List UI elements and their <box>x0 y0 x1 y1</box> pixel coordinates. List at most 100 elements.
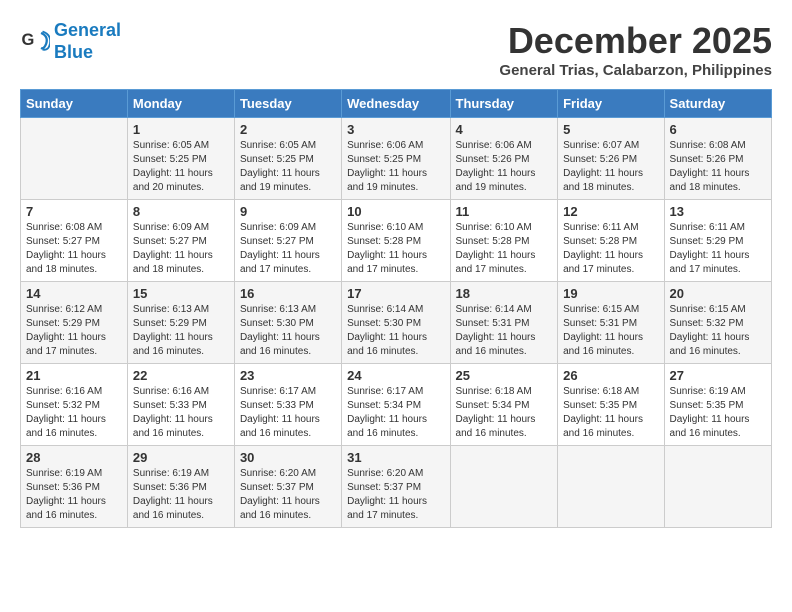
column-header-friday: Friday <box>558 90 664 118</box>
svg-text:G: G <box>22 31 35 49</box>
calendar-cell <box>450 446 558 528</box>
day-info: Sunrise: 6:09 AMSunset: 5:27 PMDaylight:… <box>133 221 229 277</box>
calendar-cell: 11 Sunrise: 6:10 AMSunset: 5:28 PMDayligh… <box>450 200 558 282</box>
calendar-cell: 18 Sunrise: 6:14 AMSunset: 5:31 PMDayligh… <box>450 282 558 364</box>
day-number: 6 <box>670 122 766 137</box>
day-number: 14 <box>26 286 122 301</box>
day-info: Sunrise: 6:15 AMSunset: 5:31 PMDaylight:… <box>563 303 658 359</box>
calendar-cell: 27 Sunrise: 6:19 AMSunset: 5:35 PMDayligh… <box>664 364 771 446</box>
day-info: Sunrise: 6:20 AMSunset: 5:37 PMDaylight:… <box>240 467 336 523</box>
calendar-cell: 4 Sunrise: 6:06 AMSunset: 5:26 PMDaylight… <box>450 118 558 200</box>
day-info: Sunrise: 6:07 AMSunset: 5:26 PMDaylight:… <box>563 139 658 195</box>
day-number: 23 <box>240 368 336 383</box>
day-number: 7 <box>26 204 122 219</box>
week-row-4: 21 Sunrise: 6:16 AMSunset: 5:32 PMDayligh… <box>21 364 772 446</box>
day-info: Sunrise: 6:06 AMSunset: 5:26 PMDaylight:… <box>456 139 553 195</box>
calendar-cell <box>21 118 128 200</box>
column-header-saturday: Saturday <box>664 90 771 118</box>
day-number: 2 <box>240 122 336 137</box>
column-header-tuesday: Tuesday <box>234 90 341 118</box>
day-number: 5 <box>563 122 658 137</box>
calendar-cell: 8 Sunrise: 6:09 AMSunset: 5:27 PMDaylight… <box>127 200 234 282</box>
calendar-cell: 2 Sunrise: 6:05 AMSunset: 5:25 PMDaylight… <box>234 118 341 200</box>
day-info: Sunrise: 6:18 AMSunset: 5:35 PMDaylight:… <box>563 385 658 441</box>
calendar-cell: 22Sunrise: 6:16 AMSunset: 5:33 PMDayligh… <box>127 364 234 446</box>
calendar-cell: 6 Sunrise: 6:08 AMSunset: 5:26 PMDaylight… <box>664 118 771 200</box>
column-header-wednesday: Wednesday <box>342 90 450 118</box>
day-number: 20 <box>670 286 766 301</box>
day-info: Sunrise: 6:08 AMSunset: 5:26 PMDaylight:… <box>670 139 766 195</box>
day-info: Sunrise: 6:18 AMSunset: 5:34 PMDaylight:… <box>456 385 553 441</box>
day-info: Sunrise: 6:17 AMSunset: 5:34 PMDaylight:… <box>347 385 444 441</box>
calendar-cell <box>664 446 771 528</box>
day-number: 18 <box>456 286 553 301</box>
calendar-cell: 21 Sunrise: 6:16 AMSunset: 5:32 PMDayligh… <box>21 364 128 446</box>
day-number: 16 <box>240 286 336 301</box>
calendar-header-row: SundayMondayTuesdayWednesdayThursdayFrid… <box>21 90 772 118</box>
day-info: Sunrise: 6:05 AMSunset: 5:25 PMDaylight:… <box>133 139 229 195</box>
logo-icon: G <box>20 27 50 57</box>
calendar-cell: 12Sunrise: 6:11 AMSunset: 5:28 PMDayligh… <box>558 200 664 282</box>
day-info: Sunrise: 6:10 AMSunset: 5:28 PMDaylight:… <box>347 221 444 277</box>
day-number: 21 <box>26 368 122 383</box>
week-row-1: 1 Sunrise: 6:05 AMSunset: 5:25 PMDaylight… <box>21 118 772 200</box>
day-info: Sunrise: 6:11 AMSunset: 5:29 PMDaylight:… <box>670 221 766 277</box>
calendar-cell: 13 Sunrise: 6:11 AMSunset: 5:29 PMDayligh… <box>664 200 771 282</box>
calendar-cell: 24 Sunrise: 6:17 AMSunset: 5:34 PMDayligh… <box>342 364 450 446</box>
month-title: December 2025 <box>499 20 772 62</box>
day-number: 19 <box>563 286 658 301</box>
calendar-table: SundayMondayTuesdayWednesdayThursdayFrid… <box>20 89 772 528</box>
calendar-cell: 9Sunrise: 6:09 AMSunset: 5:27 PMDaylight… <box>234 200 341 282</box>
column-header-sunday: Sunday <box>21 90 128 118</box>
day-number: 17 <box>347 286 444 301</box>
calendar-cell: 1 Sunrise: 6:05 AMSunset: 5:25 PMDaylight… <box>127 118 234 200</box>
day-info: Sunrise: 6:12 AMSunset: 5:29 PMDaylight:… <box>26 303 122 359</box>
calendar-cell: 26Sunrise: 6:18 AMSunset: 5:35 PMDayligh… <box>558 364 664 446</box>
calendar-cell: 19 Sunrise: 6:15 AMSunset: 5:31 PMDayligh… <box>558 282 664 364</box>
title-block: December 2025 General Trias, Calabarzon,… <box>499 20 772 79</box>
calendar-cell: 14 Sunrise: 6:12 AMSunset: 5:29 PMDayligh… <box>21 282 128 364</box>
day-number: 3 <box>347 122 444 137</box>
week-row-2: 7Sunrise: 6:08 AMSunset: 5:27 PMDaylight… <box>21 200 772 282</box>
logo: G General Blue <box>20 20 121 63</box>
day-number: 1 <box>133 122 229 137</box>
calendar-cell: 23 Sunrise: 6:17 AMSunset: 5:33 PMDayligh… <box>234 364 341 446</box>
day-number: 30 <box>240 450 336 465</box>
day-info: Sunrise: 6:16 AMSunset: 5:33 PMDaylight:… <box>133 385 229 441</box>
day-number: 27 <box>670 368 766 383</box>
calendar-cell: 17Sunrise: 6:14 AMSunset: 5:30 PMDayligh… <box>342 282 450 364</box>
calendar-cell: 5 Sunrise: 6:07 AMSunset: 5:26 PMDaylight… <box>558 118 664 200</box>
day-number: 10 <box>347 204 444 219</box>
day-info: Sunrise: 6:13 AMSunset: 5:29 PMDaylight:… <box>133 303 229 359</box>
day-info: Sunrise: 6:05 AMSunset: 5:25 PMDaylight:… <box>240 139 336 195</box>
week-row-3: 14 Sunrise: 6:12 AMSunset: 5:29 PMDayligh… <box>21 282 772 364</box>
day-number: 13 <box>670 204 766 219</box>
day-number: 31 <box>347 450 444 465</box>
calendar-cell: 29 Sunrise: 6:19 AMSunset: 5:36 PMDayligh… <box>127 446 234 528</box>
location: General Trias, Calabarzon, Philippines <box>499 62 772 79</box>
day-number: 24 <box>347 368 444 383</box>
day-number: 4 <box>456 122 553 137</box>
day-number: 11 <box>456 204 553 219</box>
day-info: Sunrise: 6:13 AMSunset: 5:30 PMDaylight:… <box>240 303 336 359</box>
day-info: Sunrise: 6:06 AMSunset: 5:25 PMDaylight:… <box>347 139 444 195</box>
calendar-cell: 20 Sunrise: 6:15 AMSunset: 5:32 PMDayligh… <box>664 282 771 364</box>
day-number: 29 <box>133 450 229 465</box>
day-info: Sunrise: 6:11 AMSunset: 5:28 PMDaylight:… <box>563 221 658 277</box>
day-number: 15 <box>133 286 229 301</box>
day-info: Sunrise: 6:14 AMSunset: 5:31 PMDaylight:… <box>456 303 553 359</box>
day-info: Sunrise: 6:19 AMSunset: 5:35 PMDaylight:… <box>670 385 766 441</box>
day-number: 9 <box>240 204 336 219</box>
day-info: Sunrise: 6:19 AMSunset: 5:36 PMDaylight:… <box>133 467 229 523</box>
calendar-cell: 16 Sunrise: 6:13 AMSunset: 5:30 PMDayligh… <box>234 282 341 364</box>
calendar-cell: 3 Sunrise: 6:06 AMSunset: 5:25 PMDaylight… <box>342 118 450 200</box>
calendar-body: 1 Sunrise: 6:05 AMSunset: 5:25 PMDaylight… <box>21 118 772 528</box>
day-info: Sunrise: 6:19 AMSunset: 5:36 PMDaylight:… <box>26 467 122 523</box>
calendar-cell <box>558 446 664 528</box>
day-info: Sunrise: 6:10 AMSunset: 5:28 PMDaylight:… <box>456 221 553 277</box>
day-info: Sunrise: 6:15 AMSunset: 5:32 PMDaylight:… <box>670 303 766 359</box>
day-number: 8 <box>133 204 229 219</box>
day-info: Sunrise: 6:16 AMSunset: 5:32 PMDaylight:… <box>26 385 122 441</box>
calendar-cell: 31Sunrise: 6:20 AMSunset: 5:37 PMDayligh… <box>342 446 450 528</box>
day-info: Sunrise: 6:17 AMSunset: 5:33 PMDaylight:… <box>240 385 336 441</box>
